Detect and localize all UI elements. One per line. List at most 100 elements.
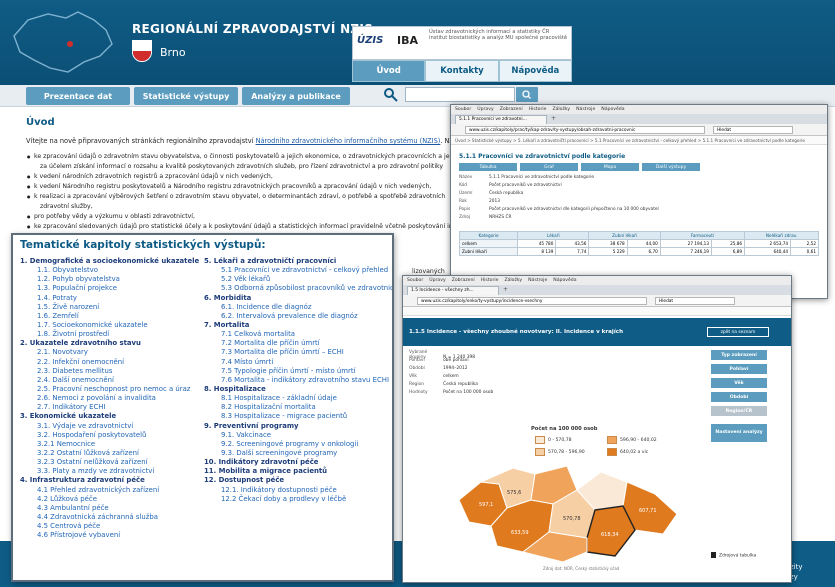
nav-prezentace-dat-button[interactable]: Prezentace dat — [26, 87, 130, 105]
analysis-settings-button[interactable]: Nastavení analýzy — [711, 424, 767, 442]
chapter-heading-link[interactable]: 10. Indikátory zdravotní péče — [204, 458, 392, 467]
chapter-link[interactable]: 3.1. Výdaje ve zdravotnictví — [20, 422, 199, 431]
chapter-link[interactable]: 2.2. Infekční onemocnění — [20, 358, 199, 367]
url-input[interactable]: www.uzis.cz/kapitoly/prac/ty/kap-zdrav/t… — [465, 126, 705, 134]
chapter-link[interactable]: 12.1. Indikátory dostupnosti péče — [204, 486, 392, 495]
chapter-link[interactable]: 1.1. Obyvatelstvo — [20, 266, 199, 275]
menu-item[interactable]: Nápověda — [601, 107, 624, 112]
chapter-heading-link[interactable]: 11. Mobilita a migrace pacientů — [204, 467, 392, 476]
tab-kontakty[interactable]: Kontakty — [425, 60, 499, 82]
tab-uvod[interactable]: Úvod — [352, 60, 426, 82]
chapter-link[interactable]: 9.1. Vakcinace — [204, 431, 392, 440]
chapter-link[interactable]: 5.3 Odborná způsobilost pracovníků ve zd… — [204, 284, 392, 293]
back-to-list-button[interactable]: zpět na seznam — [707, 327, 769, 337]
chapter-link[interactable]: 7.6 Mortalita - indikátory zdravotního s… — [204, 376, 392, 385]
chapter-heading-link[interactable]: 12. Dostupnost péče — [204, 476, 392, 485]
region-map[interactable]: 597,1 570,78 575,6 607,71 633,59 618,34 — [451, 460, 683, 564]
graf-button[interactable]: Graf — [520, 163, 578, 171]
search-input[interactable] — [405, 87, 515, 102]
chapter-link[interactable]: 3.2. Hospodaření poskytovatelů — [20, 431, 199, 440]
chapter-link[interactable]: 1.4. Potraty — [20, 294, 199, 303]
chapter-link[interactable]: 8.2 Hospitalizační mortalita — [204, 403, 392, 412]
chapter-link[interactable]: 7.1 Celková mortalita — [204, 330, 392, 339]
menu-item[interactable]: Soubor — [455, 107, 471, 112]
chapter-heading-link[interactable]: 4. Infrastruktura zdravotní péče — [20, 476, 199, 485]
tabulka-button[interactable]: Tabulka — [459, 163, 517, 171]
table-row[interactable]: celkem 45 780 43,56 38 678 44,00 27 194,… — [458, 239, 819, 248]
source-table-link[interactable]: Zdrojová tabulka — [711, 552, 756, 559]
menu-item[interactable]: Záložky — [504, 278, 522, 283]
period-button[interactable]: Období — [711, 392, 767, 402]
chapter-link[interactable]: 6.1. Incidence dle diagnóz — [204, 303, 392, 312]
chapter-link[interactable]: 5.1 Pracovníci ve zdravotnictví - celkov… — [204, 266, 392, 275]
chapter-link[interactable]: 8.1 Hospitalizace - základní údaje — [204, 394, 392, 403]
partner-logos[interactable]: ÚZIS IBA Ústav zdravotnických informací … — [352, 26, 572, 60]
new-tab-icon[interactable]: + — [551, 115, 556, 122]
chapter-link[interactable]: 3.2.3 Ostatní nelůžková zařízení — [20, 458, 199, 467]
chapter-link[interactable]: 4.5 Centrová péče — [20, 522, 199, 531]
nav-statisticke-vystupy-button[interactable]: Statistické výstupy — [134, 87, 238, 105]
chapter-link[interactable]: 4.6 Přístrojové vybavení — [20, 531, 199, 540]
menu-item[interactable]: Úpravy — [429, 278, 445, 283]
chapter-link[interactable]: 2.6. Nemoci z povolání a invalidita — [20, 394, 199, 403]
browser-tab[interactable]: 5.1.1 Pracovníci ve zdravotni... — [455, 115, 547, 124]
browser-window-map[interactable]: Soubor Úpravy Zobrazení Historie Záložky… — [402, 275, 792, 583]
menu-item[interactable]: Úpravy — [477, 107, 493, 112]
chapter-heading-link[interactable]: 7. Mortalita — [204, 321, 392, 330]
chapter-link[interactable]: 3.2.1 Nemocnice — [20, 440, 199, 449]
chapter-link[interactable]: 4.4 Zdravotnická záchranná služba — [20, 513, 199, 522]
dalsi-vystupy-button[interactable]: Další výstupy — [642, 163, 700, 171]
chapter-link[interactable]: 2.3. Diabetes mellitus — [20, 367, 199, 376]
menu-item[interactable]: Historie — [481, 278, 499, 283]
chapter-link[interactable]: 9.3. Další screeningové programy — [204, 449, 392, 458]
chapter-link[interactable]: 4.2 Lůžková péče — [20, 495, 199, 504]
browser-tab[interactable]: 1.5 Incidence - všechny zh... — [407, 286, 499, 295]
nav-analyzy-a-publikace-button[interactable]: Analýzy a publikace — [242, 87, 350, 105]
browser-search-input[interactable]: Hledat — [655, 297, 735, 305]
chapter-link[interactable]: 6.2. Intervalová prevalence dle diagnóz — [204, 312, 392, 321]
nzis-link[interactable]: Národního zdravotnického informačního sy… — [256, 137, 441, 145]
chapter-link[interactable]: 1.7. Socioekonomické ukazatele — [20, 321, 199, 330]
region-button[interactable]: Region/ČR — [711, 406, 767, 416]
menu-item[interactable]: Soubor — [407, 278, 423, 283]
chapter-link[interactable]: 1.3. Populační projekce — [20, 284, 199, 293]
menu-item[interactable]: Nástroje — [576, 107, 595, 112]
chapter-link[interactable]: 12.2 Čekací doby a prodlevy v léčbě — [204, 495, 392, 504]
chapter-link[interactable]: 8.3 Hospitalizace - migrace pacientů — [204, 412, 392, 421]
chapter-heading-link[interactable]: 6. Morbidita — [204, 294, 392, 303]
chapter-link[interactable]: 4.3 Ambulantní péče — [20, 504, 199, 513]
chapter-heading-link[interactable]: 8. Hospitalizace — [204, 385, 392, 394]
chapter-link[interactable]: 7.2 Mortalita dle příčin úmrtí — [204, 339, 392, 348]
chapter-heading-link[interactable]: 9. Preventivní programy — [204, 422, 392, 431]
chapter-link[interactable]: 9.2. Screeningové programy v onkologii — [204, 440, 392, 449]
chapter-link[interactable]: 7.5 Typologie příčin úmrtí - místo úmrtí — [204, 367, 392, 376]
menu-item[interactable]: Záložky — [552, 107, 570, 112]
search-settings-icon[interactable] — [383, 87, 399, 103]
browser-search-input[interactable]: Hledat — [713, 126, 793, 134]
chapter-link[interactable]: 5.2 Věk lékařů — [204, 275, 392, 284]
chapter-link[interactable]: 4.1 Přehled zdravotnických zařízení — [20, 486, 199, 495]
chapter-link[interactable]: 3.3. Platy a mzdy ve zdravotnictví — [20, 467, 199, 476]
mapa-button[interactable]: Mapa — [581, 163, 639, 171]
chapter-link[interactable]: 2.7. Indikátory ECHI — [20, 403, 199, 412]
chapter-link[interactable]: 1.2. Pohyb obyvatelstva — [20, 275, 199, 284]
chapter-link[interactable]: 2.4. Další onemocnění — [20, 376, 199, 385]
chapter-heading-link[interactable]: 1. Demografické a socioekonomické ukazat… — [20, 257, 199, 266]
search-button[interactable] — [516, 87, 538, 102]
display-type-button[interactable]: Typ zobrazení — [711, 350, 767, 360]
chapter-link[interactable]: 2.5. Pracovní neschopnost pro nemoc a úr… — [20, 385, 199, 394]
chapter-link[interactable]: 7.3 Mortalita dle příčin úmrtí – ECHI — [204, 348, 392, 357]
table-row[interactable]: Zubní lékaři 8 139 7,74 5 229 6,70 7 246… — [458, 247, 819, 256]
menu-item[interactable]: Nápověda — [553, 278, 576, 283]
browser-window-table[interactable]: Soubor Úpravy Zobrazení Historie Záložky… — [450, 104, 828, 299]
sex-button[interactable]: Pohlaví — [711, 364, 767, 374]
new-tab-icon[interactable]: + — [503, 286, 508, 293]
chapter-heading-link[interactable]: 3. Ekonomické ukazatele — [20, 412, 199, 421]
menu-item[interactable]: Nástroje — [528, 278, 547, 283]
chapter-heading-link[interactable]: 5. Lékaři a zdravotničtí pracovníci — [204, 257, 392, 266]
tab-napoveda[interactable]: Nápověda — [498, 60, 572, 82]
chapter-link[interactable]: 7.4 Místo úmrtí — [204, 358, 392, 367]
menu-item[interactable]: Zobrazení — [500, 107, 523, 112]
url-input[interactable]: www.uzis.cz/kapitoly/onko/ty-vystupy/inc… — [417, 297, 647, 305]
chapter-heading-link[interactable]: 2. Ukazatele zdravotního stavu — [20, 339, 199, 348]
